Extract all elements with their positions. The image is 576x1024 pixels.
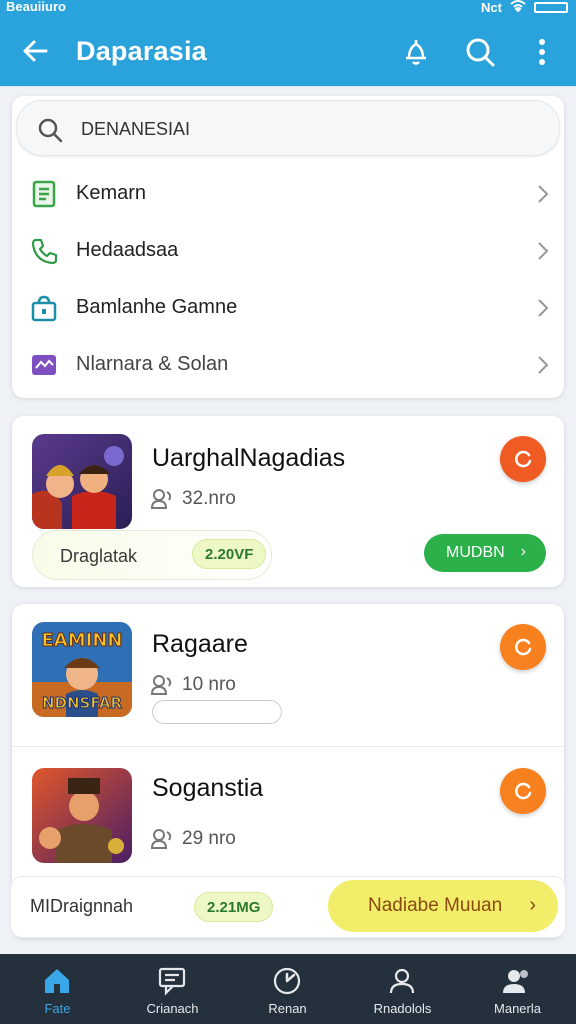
search-input[interactable]: DENANESIAI <box>16 100 560 156</box>
mail-image-icon <box>32 355 56 375</box>
game-thumbnail[interactable] <box>32 768 132 863</box>
nav-label: Renan <box>268 1001 307 1016</box>
game-meta-text: 29 nro <box>182 828 236 849</box>
nav-item-community[interactable]: Manerla <box>460 954 575 1024</box>
game-title: Soganstia <box>152 774 264 802</box>
chevron-right-icon <box>538 356 549 374</box>
game-meta: 10 nro <box>150 674 236 696</box>
game-list-card: EAMINN NDNSFAR Ragaare 10 nro Soganstia … <box>10 604 566 938</box>
game-title: Ragaare <box>152 630 248 658</box>
chevron-right-icon <box>538 185 549 203</box>
game-card-1[interactable]: UarghalNagadias 32.nro Draglatak 2.20VF … <box>12 416 564 587</box>
game-play-button[interactable]: Nadiabe Muuan › <box>328 880 558 932</box>
app-bar-shadow <box>0 86 576 87</box>
players-icon <box>150 675 172 695</box>
list-divider <box>12 746 564 747</box>
nav-item-chat[interactable]: Crianach <box>115 954 230 1024</box>
menu-item-label: Bamlanhe Gamne <box>76 296 238 318</box>
game-thumbnail[interactable] <box>32 434 132 529</box>
nav-label: Fate <box>44 1001 71 1016</box>
wifi-icon <box>510 0 526 15</box>
menu-item-label: Kemarn <box>76 182 147 204</box>
compass-icon <box>273 967 301 995</box>
notification-bell-icon[interactable] <box>400 36 432 68</box>
refresh-icon <box>515 638 532 656</box>
menu-item-1[interactable]: Kemarn <box>12 166 564 223</box>
players-icon <box>150 489 172 509</box>
game-play-label: Nadiabe Muuan <box>368 895 503 916</box>
refresh-icon <box>515 450 532 468</box>
search-icon <box>38 118 63 143</box>
game-action-button[interactable] <box>500 768 546 814</box>
menu-item-2[interactable]: Hedaadsaa <box>12 223 564 280</box>
app-bar: Daparasia <box>0 18 576 86</box>
menu-card: DENANESIAI Kemarn Hedaadsaa Bamlanhe Gam… <box>12 96 564 398</box>
thumbnail-logo-top: EAMINN <box>42 630 123 651</box>
menu-item-3[interactable]: Bamlanhe Gamne <box>12 280 564 337</box>
chevron-right-icon: › <box>520 543 526 560</box>
game-size-badge: 2.20VF <box>192 539 267 569</box>
game-meta: 29 nro <box>150 828 236 850</box>
chevron-right-icon <box>538 299 549 317</box>
battery-icon <box>534 2 568 13</box>
status-bar: Beauiiuro Nct <box>0 0 576 18</box>
players-icon <box>150 829 172 849</box>
search-icon[interactable] <box>464 36 496 68</box>
nav-item-explore[interactable]: Renan <box>230 954 345 1024</box>
document-icon <box>32 180 56 208</box>
home-icon <box>45 969 69 993</box>
chevron-right-icon <box>538 242 549 260</box>
phone-icon <box>31 238 58 265</box>
thumbnail-logo-bottom: NDNSFAR <box>42 694 122 712</box>
nav-label: Manerla <box>494 1001 541 1016</box>
status-indicators: Nct <box>481 0 568 15</box>
game-footer-label: MIDraignnah <box>30 896 134 916</box>
shop-bag-icon <box>31 295 57 322</box>
bottom-nav: Fate Crianach Renan Rnadolols Manerla <box>0 954 576 1024</box>
menu-item-label: Hedaadsaa <box>76 239 179 261</box>
download-progress-pill <box>152 700 282 724</box>
game-size-badge: 2.21MG <box>194 892 274 922</box>
people-icon <box>503 970 528 993</box>
more-vert-icon[interactable] <box>526 36 558 68</box>
search-value: DENANESIAI <box>81 119 191 139</box>
status-carrier: Beauiiuro <box>6 0 66 14</box>
nav-item-profile[interactable]: Rnadolols <box>345 954 460 1024</box>
game-play-button[interactable]: MUDBN › <box>424 534 546 572</box>
game-thumbnail[interactable]: EAMINN NDNSFAR <box>32 622 132 717</box>
chevron-right-icon: › <box>529 894 536 916</box>
game-title: UarghalNagadias <box>152 444 346 472</box>
nav-item-home[interactable]: Fate <box>0 954 115 1024</box>
game-action-button[interactable] <box>500 624 546 670</box>
profile-icon <box>389 968 415 994</box>
game-meta-text: 32.nro <box>182 488 236 509</box>
game-footer-label: Draglatak <box>60 546 138 566</box>
game-meta-text: 10 nro <box>182 674 236 695</box>
refresh-icon <box>515 782 532 800</box>
nav-label: Rnadolols <box>373 1001 432 1016</box>
game-meta: 32.nro <box>150 488 236 510</box>
back-arrow-icon[interactable] <box>20 36 50 66</box>
menu-item-label: Nlarnara & Solan <box>76 353 229 375</box>
page-title: Daparasia <box>76 36 207 66</box>
status-network-text: Nct <box>481 0 502 15</box>
chat-icon <box>158 967 186 996</box>
menu-item-4[interactable]: Nlarnara & Solan <box>12 337 564 394</box>
nav-label: Crianach <box>146 1001 199 1016</box>
game-action-button[interactable] <box>500 436 546 482</box>
game-play-label: MUDBN <box>446 544 505 561</box>
